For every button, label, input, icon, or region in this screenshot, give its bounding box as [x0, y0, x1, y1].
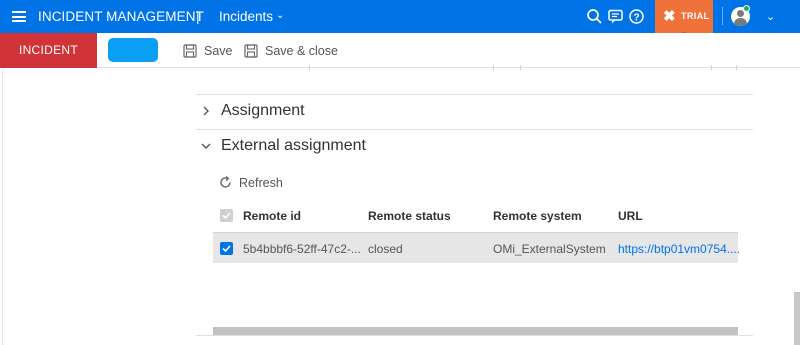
title-separator: | — [196, 8, 200, 24]
record-toolbar: INCIDENT Save Save & close — [0, 33, 800, 68]
save-close-button[interactable]: Save & close — [244, 42, 338, 60]
trial-label: TRIAL — [681, 11, 710, 21]
section-title: Assignment — [221, 102, 305, 119]
cell-remote-id: 5b4bbbf6-52ff-47c2-... — [243, 242, 361, 256]
module-selector[interactable]: Incidents — [219, 9, 273, 24]
section-external-assignment[interactable]: External assignment — [196, 129, 753, 165]
external-assignment-grid: Remote id Remote status Remote system UR… — [213, 199, 740, 263]
cell-remote-system: OMi_ExternalSystem — [493, 242, 606, 256]
grid-header: Remote id Remote status Remote system UR… — [213, 199, 738, 232]
save-close-icon — [244, 44, 258, 58]
select-all-checkbox[interactable] — [220, 209, 233, 222]
trial-x-icon: ✖ — [663, 8, 676, 25]
section-title: External assignment — [221, 137, 366, 154]
column-header-remote-id[interactable]: Remote id — [243, 209, 301, 223]
chevron-down-icon[interactable] — [200, 139, 212, 153]
section-divider — [196, 335, 753, 336]
svg-text:?: ? — [633, 12, 639, 23]
trial-badge[interactable]: ✖ TRIAL — [655, 0, 713, 37]
chat-icon[interactable] — [607, 8, 624, 25]
record-type-tab[interactable]: INCIDENT — [0, 33, 97, 68]
refresh-button[interactable]: Refresh — [218, 175, 283, 190]
save-icon — [183, 44, 197, 58]
menu-icon[interactable] — [12, 11, 26, 22]
cell-url-link[interactable]: https://btp01vm0754.... — [618, 242, 740, 256]
save-label: Save — [204, 44, 233, 58]
vertical-scrollbar[interactable] — [794, 292, 800, 345]
row-checkbox[interactable] — [220, 242, 233, 255]
online-status-icon — [743, 5, 750, 12]
chevron-down-icon[interactable]: ⌄ — [276, 10, 284, 21]
app-title[interactable]: INCIDENT MANAGEMENT — [38, 9, 204, 24]
column-header-remote-system[interactable]: Remote system — [493, 209, 582, 223]
field-row-edge — [215, 65, 753, 70]
table-row[interactable]: 5b4bbbf6-52ff-47c2-... closed OMi_Extern… — [213, 232, 740, 263]
header-divider — [722, 7, 723, 25]
record-id-badge[interactable] — [108, 38, 158, 62]
refresh-label: Refresh — [239, 175, 283, 190]
column-header-remote-status[interactable]: Remote status — [368, 209, 451, 223]
top-bar: INCIDENT MANAGEMENT | Incidents ⌄ ? ✖ TR… — [0, 0, 800, 37]
left-panel-edge — [0, 69, 3, 345]
chevron-right-icon[interactable] — [200, 104, 212, 118]
save-button[interactable]: Save — [183, 42, 233, 60]
help-icon[interactable]: ? — [628, 8, 645, 25]
horizontal-scrollbar[interactable] — [213, 327, 738, 335]
save-close-label: Save & close — [265, 44, 338, 58]
cell-remote-status: closed — [368, 242, 403, 256]
section-assignment[interactable]: Assignment — [196, 94, 753, 130]
search-icon[interactable] — [586, 8, 603, 25]
chevron-down-icon[interactable]: ⌄ — [766, 10, 775, 23]
refresh-icon — [220, 176, 231, 188]
column-header-url[interactable]: URL — [618, 209, 643, 223]
